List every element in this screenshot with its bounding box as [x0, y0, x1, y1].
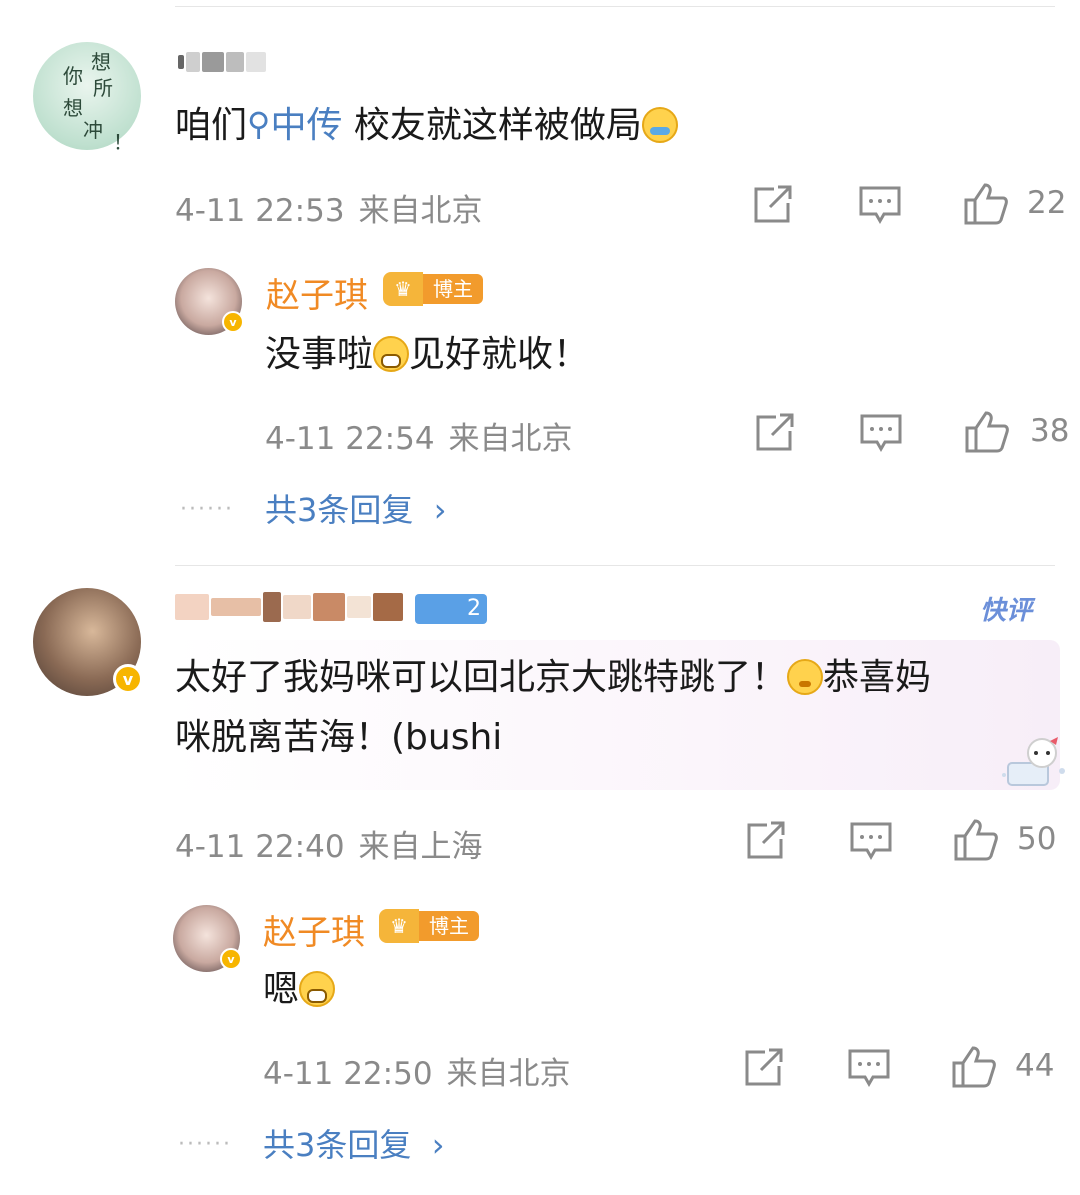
crying-emoji-icon — [641, 107, 678, 143]
comment-meta: 4-11 22:53 来自北京 — [175, 185, 483, 230]
location: 来自北京 — [446, 1056, 571, 1092]
more-replies-link[interactable]: 共3条回复 › — [263, 1120, 445, 1166]
chevron-right-icon: › — [431, 1126, 445, 1164]
share-icon[interactable] — [745, 821, 787, 861]
comment-icon[interactable] — [859, 413, 903, 453]
share-icon[interactable] — [754, 413, 796, 453]
location: 来自北京 — [358, 193, 483, 229]
reply-meta: 4-11 22:50 来自北京 — [263, 1048, 571, 1093]
reply-username[interactable]: 赵子琪 — [266, 268, 368, 317]
timestamp: 4-11 22:53 — [175, 193, 345, 229]
author-badge: ♛ 博主 — [383, 272, 483, 306]
topic-link[interactable]: 中传 — [270, 105, 342, 146]
location: 来自北京 — [448, 421, 573, 457]
grin-emoji-icon — [299, 971, 336, 1007]
comment-icon[interactable] — [849, 821, 893, 861]
reply-text: 嗯 — [263, 960, 336, 1020]
username-redacted[interactable] — [175, 592, 403, 622]
quick-review-tag: 快评 — [980, 596, 1033, 626]
timestamp: 4-11 22:40 — [175, 829, 345, 865]
share-icon[interactable] — [752, 185, 794, 225]
dots-divider: ······ — [178, 1132, 232, 1157]
comment-text: 咱们⚲中传 校友就这样被做局 — [175, 96, 678, 156]
crown-icon: ♛ — [383, 272, 423, 306]
card-decoration-icon — [1000, 735, 1070, 790]
avatar[interactable]: v — [33, 588, 143, 696]
reply-username[interactable]: 赵子琪 — [263, 905, 365, 954]
comment-divider — [175, 565, 1055, 566]
like-count: 50 — [1017, 821, 1057, 857]
like-icon[interactable] — [953, 818, 999, 862]
username-redacted[interactable] — [178, 52, 266, 72]
crown-icon: ♛ — [379, 909, 419, 943]
search-icon[interactable]: ⚲ — [247, 94, 270, 154]
like-icon[interactable] — [951, 1045, 997, 1089]
author-badge: ♛ 博主 — [379, 909, 479, 943]
reply-text: 没事啦 见好就收！ — [265, 334, 590, 375]
like-count: 22 — [1027, 185, 1067, 221]
dots-divider: ······ — [180, 497, 234, 522]
location: 来自上海 — [358, 829, 483, 865]
level-badge: 2 — [415, 594, 487, 624]
reply-avatar[interactable]: v — [175, 268, 244, 335]
comment-text: 太好了我妈咪可以回北京大跳特跳了！ 恭喜妈 — [175, 657, 932, 698]
comment-meta: 4-11 22:40 来自上海 — [175, 821, 483, 866]
comment-icon[interactable] — [847, 1048, 891, 1088]
moved-emoji-icon — [787, 659, 824, 695]
more-replies-link[interactable]: 共3条回复 › — [265, 485, 447, 531]
top-divider — [175, 6, 1055, 7]
timestamp: 4-11 22:50 — [263, 1056, 433, 1092]
like-count: 44 — [1015, 1048, 1055, 1084]
share-icon[interactable] — [743, 1048, 785, 1088]
timestamp: 4-11 22:54 — [265, 421, 435, 457]
like-icon[interactable] — [963, 182, 1009, 226]
verified-icon: v — [113, 664, 143, 694]
chevron-right-icon: › — [433, 491, 447, 529]
verified-icon: v — [222, 311, 244, 333]
comment-icon[interactable] — [858, 185, 902, 225]
avatar[interactable]: 想 你 所 想 冲 ！ — [33, 42, 141, 154]
reply-avatar[interactable]: v — [173, 905, 242, 972]
like-icon[interactable] — [964, 410, 1010, 454]
like-count: 38 — [1030, 413, 1070, 449]
grin-emoji-icon — [373, 336, 410, 372]
comment-text-line2: 咪脱离苦海！(bushi — [175, 717, 503, 758]
reply-meta: 4-11 22:54 来自北京 — [265, 413, 573, 458]
verified-icon: v — [220, 948, 242, 970]
avatar-art-text: 想 你 所 想 冲 ！ — [63, 50, 133, 154]
